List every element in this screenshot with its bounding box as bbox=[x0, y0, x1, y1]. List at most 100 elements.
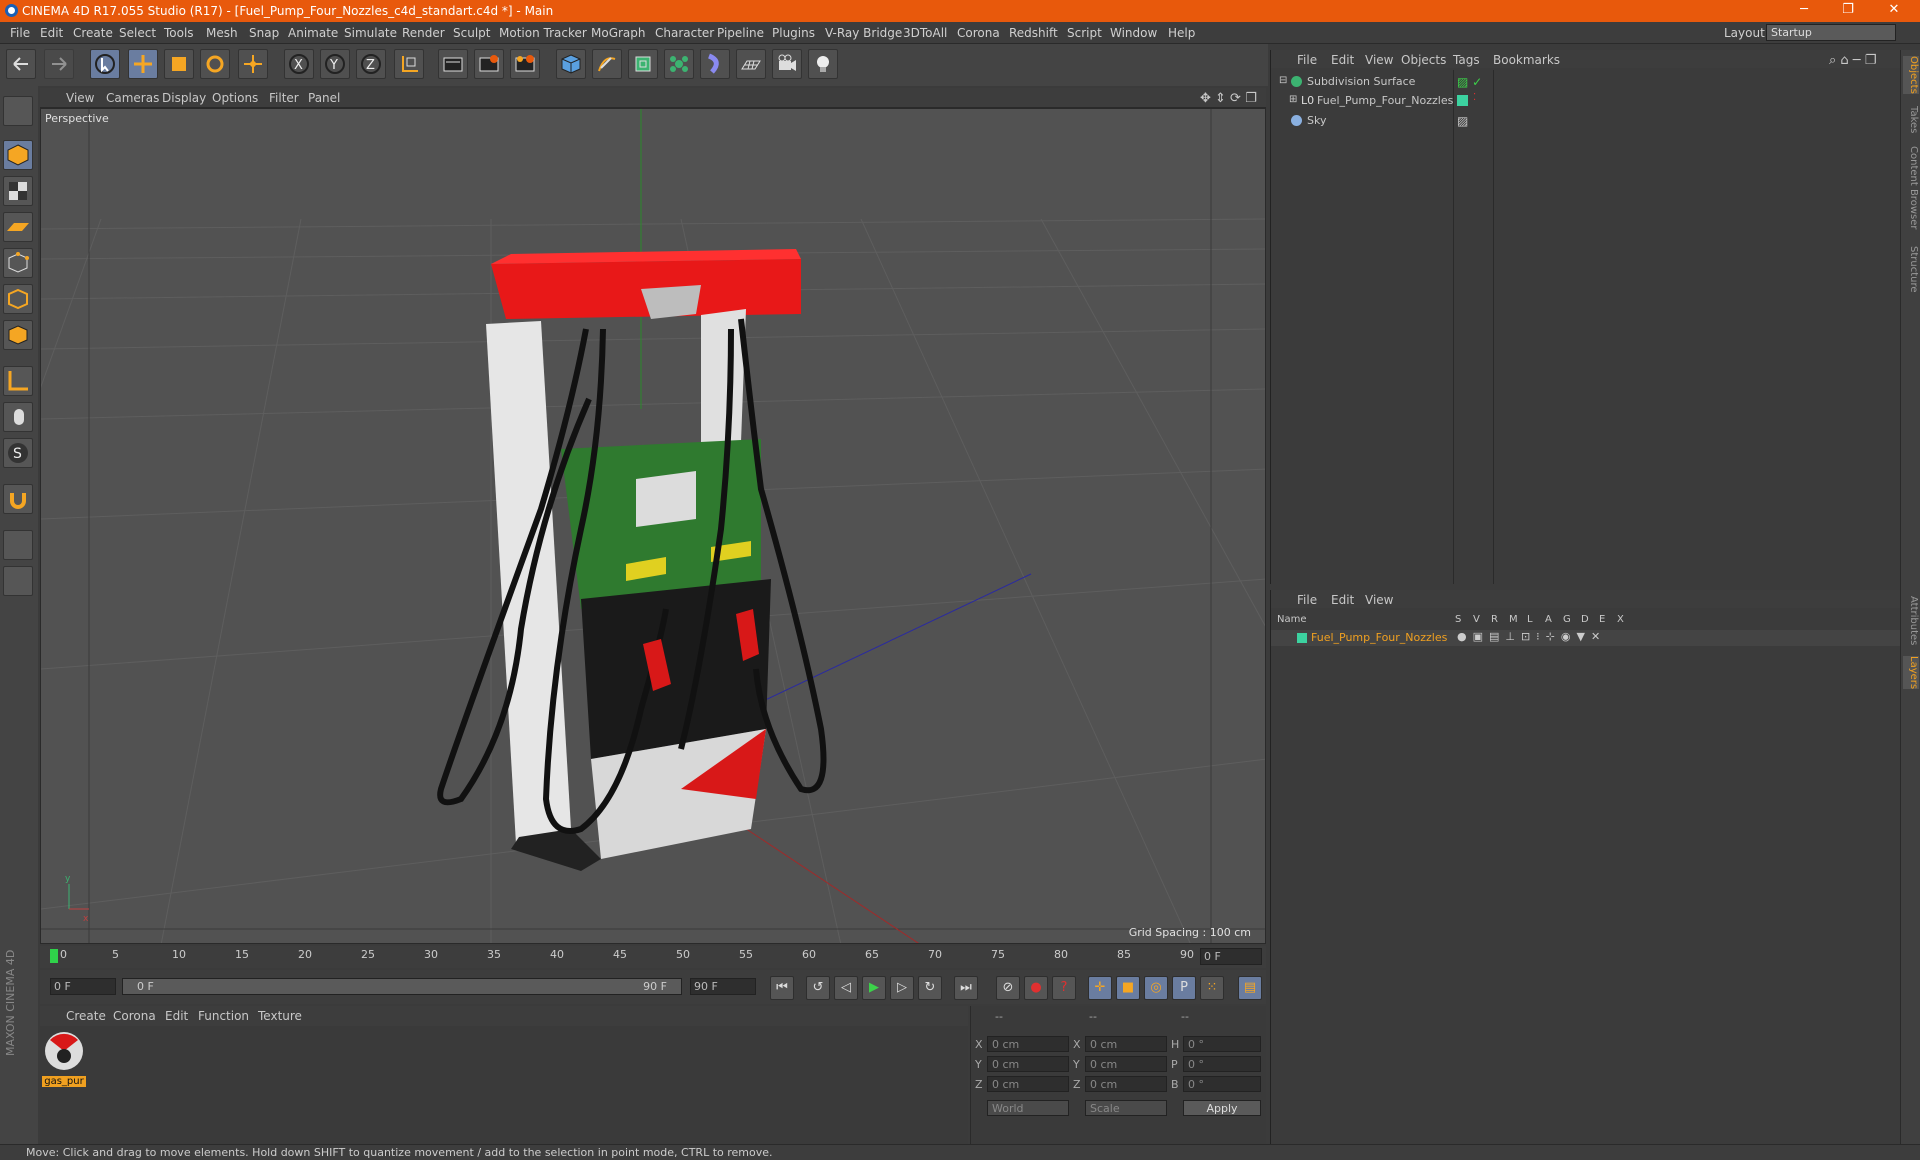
col-xref[interactable]: X bbox=[1617, 614, 1624, 625]
redo-button[interactable] bbox=[44, 49, 74, 79]
model-mode-button[interactable] bbox=[3, 140, 33, 170]
menu-tools[interactable]: Tools bbox=[164, 26, 194, 40]
menu-help[interactable]: Help bbox=[1168, 26, 1195, 40]
layers-menu-file[interactable]: File bbox=[1297, 593, 1317, 607]
coordinate-space-select[interactable]: World bbox=[987, 1100, 1069, 1116]
viewport-menu-cameras[interactable]: Cameras bbox=[106, 91, 159, 105]
cloner-button[interactable] bbox=[664, 49, 694, 79]
subdivision-surface-button[interactable] bbox=[628, 49, 658, 79]
objects-toolbar-icons[interactable]: ⌕ ⌂ ─ ❐ bbox=[1829, 53, 1876, 68]
menu-render[interactable]: Render bbox=[402, 26, 445, 40]
material-menu-function[interactable]: Function bbox=[198, 1009, 249, 1023]
spline-pen-button[interactable] bbox=[592, 49, 622, 79]
col-generators[interactable]: G bbox=[1563, 614, 1571, 625]
position-x-field[interactable]: 0 cm bbox=[987, 1036, 1069, 1052]
y-axis-lock-button[interactable]: Y bbox=[320, 49, 350, 79]
play-button[interactable]: ▶ bbox=[862, 976, 886, 1000]
col-expressions[interactable]: E bbox=[1599, 614, 1605, 625]
magnet-tool-button[interactable] bbox=[3, 484, 33, 514]
move-tool-button[interactable] bbox=[128, 49, 158, 79]
key-rotation-button[interactable]: ◎ bbox=[1144, 976, 1168, 1000]
apply-button[interactable]: Apply bbox=[1183, 1100, 1261, 1116]
layout-select[interactable]: Startup bbox=[1766, 24, 1896, 41]
menu-corona[interactable]: Corona bbox=[957, 26, 1000, 40]
layer-toggle-icons[interactable]: ●▣▤⊥⊡⁝⊹◉▼✕ bbox=[1457, 630, 1606, 643]
next-frame-button[interactable]: ▷ bbox=[890, 976, 914, 1000]
menu-pipeline[interactable]: Pipeline bbox=[717, 26, 764, 40]
viewport-menu-panel[interactable]: Panel bbox=[308, 91, 340, 105]
live-selection-button[interactable] bbox=[90, 49, 120, 79]
z-axis-lock-button[interactable]: Z bbox=[356, 49, 386, 79]
objects-menu-tags[interactable]: Tags bbox=[1453, 53, 1480, 67]
keyframe-selection-button[interactable]: ? bbox=[1052, 976, 1076, 1000]
enabled-check-icon[interactable]: ▨ ✓ bbox=[1457, 75, 1482, 89]
menu-file[interactable]: File bbox=[10, 26, 30, 40]
fuel-pump-model[interactable] bbox=[437, 249, 827, 871]
previous-key-button[interactable]: ↺ bbox=[806, 976, 830, 1000]
layer-color-swatch[interactable] bbox=[1297, 633, 1307, 643]
rotation-h-field[interactable]: 0 ° bbox=[1183, 1036, 1261, 1052]
snap-toggle-button[interactable]: S bbox=[3, 438, 33, 468]
go-to-start-button[interactable]: ⏮ bbox=[770, 976, 794, 1000]
camera-object-button[interactable] bbox=[772, 49, 802, 79]
objects-menu-bookmarks[interactable]: Bookmarks bbox=[1493, 53, 1560, 67]
autokey-button[interactable]: ● bbox=[1024, 976, 1048, 1000]
viewport-menu-view[interactable]: View bbox=[66, 91, 94, 105]
menu-motion-tracker[interactable]: Motion Tracker bbox=[499, 26, 587, 40]
cube-object-button[interactable] bbox=[556, 49, 586, 79]
planar-workplane-button[interactable] bbox=[3, 566, 33, 596]
tab-content-browser[interactable]: Content Browser bbox=[1903, 146, 1919, 229]
rotate-tool-button[interactable] bbox=[200, 49, 230, 79]
close-button[interactable]: ✕ bbox=[1876, 2, 1912, 20]
menu-plugins[interactable]: Plugins bbox=[772, 26, 815, 40]
timeline-playhead[interactable] bbox=[50, 949, 58, 963]
object-row-subdivision-surface[interactable]: ⊟ Subdivision Surface ▨ ✓ bbox=[1271, 73, 1901, 91]
col-manager[interactable]: M bbox=[1509, 614, 1518, 625]
layers-menu-edit[interactable]: Edit bbox=[1331, 593, 1354, 607]
workplane-mode-button[interactable] bbox=[3, 212, 33, 242]
render-view-button[interactable] bbox=[438, 49, 468, 79]
menu-mesh[interactable]: Mesh bbox=[206, 26, 238, 40]
next-key-button[interactable]: ↻ bbox=[918, 976, 942, 1000]
object-row-sky[interactable]: Sky ▨ bbox=[1271, 112, 1901, 130]
layer-color-tag[interactable] bbox=[1457, 95, 1468, 106]
key-parameter-button[interactable]: P bbox=[1172, 976, 1196, 1000]
tab-layers[interactable]: Layers bbox=[1903, 656, 1919, 690]
menu-vray-bridge[interactable]: V-Ray Bridge bbox=[825, 26, 902, 40]
visibility-dots-icon[interactable]: ⁚ bbox=[1473, 92, 1476, 103]
expand-icon[interactable]: ⊞ bbox=[1289, 94, 1297, 105]
light-object-button[interactable] bbox=[808, 49, 838, 79]
viewport-menu-options[interactable]: Options bbox=[212, 91, 258, 105]
x-axis-lock-button[interactable]: X bbox=[284, 49, 314, 79]
menu-3dtoall[interactable]: 3DToAll bbox=[903, 26, 947, 40]
layers-menu-view[interactable]: View bbox=[1365, 593, 1393, 607]
viewport-menu-display[interactable]: Display bbox=[162, 91, 206, 105]
menu-script[interactable]: Script bbox=[1067, 26, 1102, 40]
viewport-nav-icons[interactable]: ✥ ⇕ ⟳ ❐ bbox=[1200, 91, 1257, 106]
material-menu-corona[interactable]: Corona bbox=[113, 1009, 156, 1023]
rotation-b-field[interactable]: 0 ° bbox=[1183, 1076, 1261, 1092]
col-animation[interactable]: A bbox=[1545, 614, 1552, 625]
material-menu-edit[interactable]: Edit bbox=[165, 1009, 188, 1023]
restore-button[interactable]: ❐ bbox=[1830, 2, 1866, 20]
col-deformers[interactable]: D bbox=[1581, 614, 1589, 625]
rotation-p-field[interactable]: 0 ° bbox=[1183, 1056, 1261, 1072]
objects-menu-edit[interactable]: Edit bbox=[1331, 53, 1354, 67]
floor-object-button[interactable] bbox=[736, 49, 766, 79]
texture-mode-button[interactable] bbox=[3, 176, 33, 206]
polygons-mode-button[interactable] bbox=[3, 320, 33, 350]
material-menu-texture[interactable]: Texture bbox=[258, 1009, 302, 1023]
sky-tag-icon[interactable]: ▨ bbox=[1457, 114, 1468, 128]
current-frame-field[interactable]: 0 F bbox=[1200, 948, 1262, 965]
key-position-button[interactable]: ✛ bbox=[1088, 976, 1112, 1000]
tab-takes[interactable]: Takes bbox=[1903, 106, 1919, 133]
col-solo[interactable]: S bbox=[1455, 614, 1461, 625]
menu-mograph[interactable]: MoGraph bbox=[591, 26, 646, 40]
size-y-field[interactable]: 0 cm bbox=[1085, 1056, 1167, 1072]
minimize-button[interactable]: ─ bbox=[1786, 2, 1822, 20]
render-picture-viewer-button[interactable] bbox=[474, 49, 504, 79]
col-view[interactable]: V bbox=[1473, 614, 1480, 625]
objects-menu-view[interactable]: View bbox=[1365, 53, 1393, 67]
perspective-viewport[interactable]: y x Perspective Grid Spacing : 100 cm bbox=[40, 108, 1266, 944]
position-y-field[interactable]: 0 cm bbox=[987, 1056, 1069, 1072]
